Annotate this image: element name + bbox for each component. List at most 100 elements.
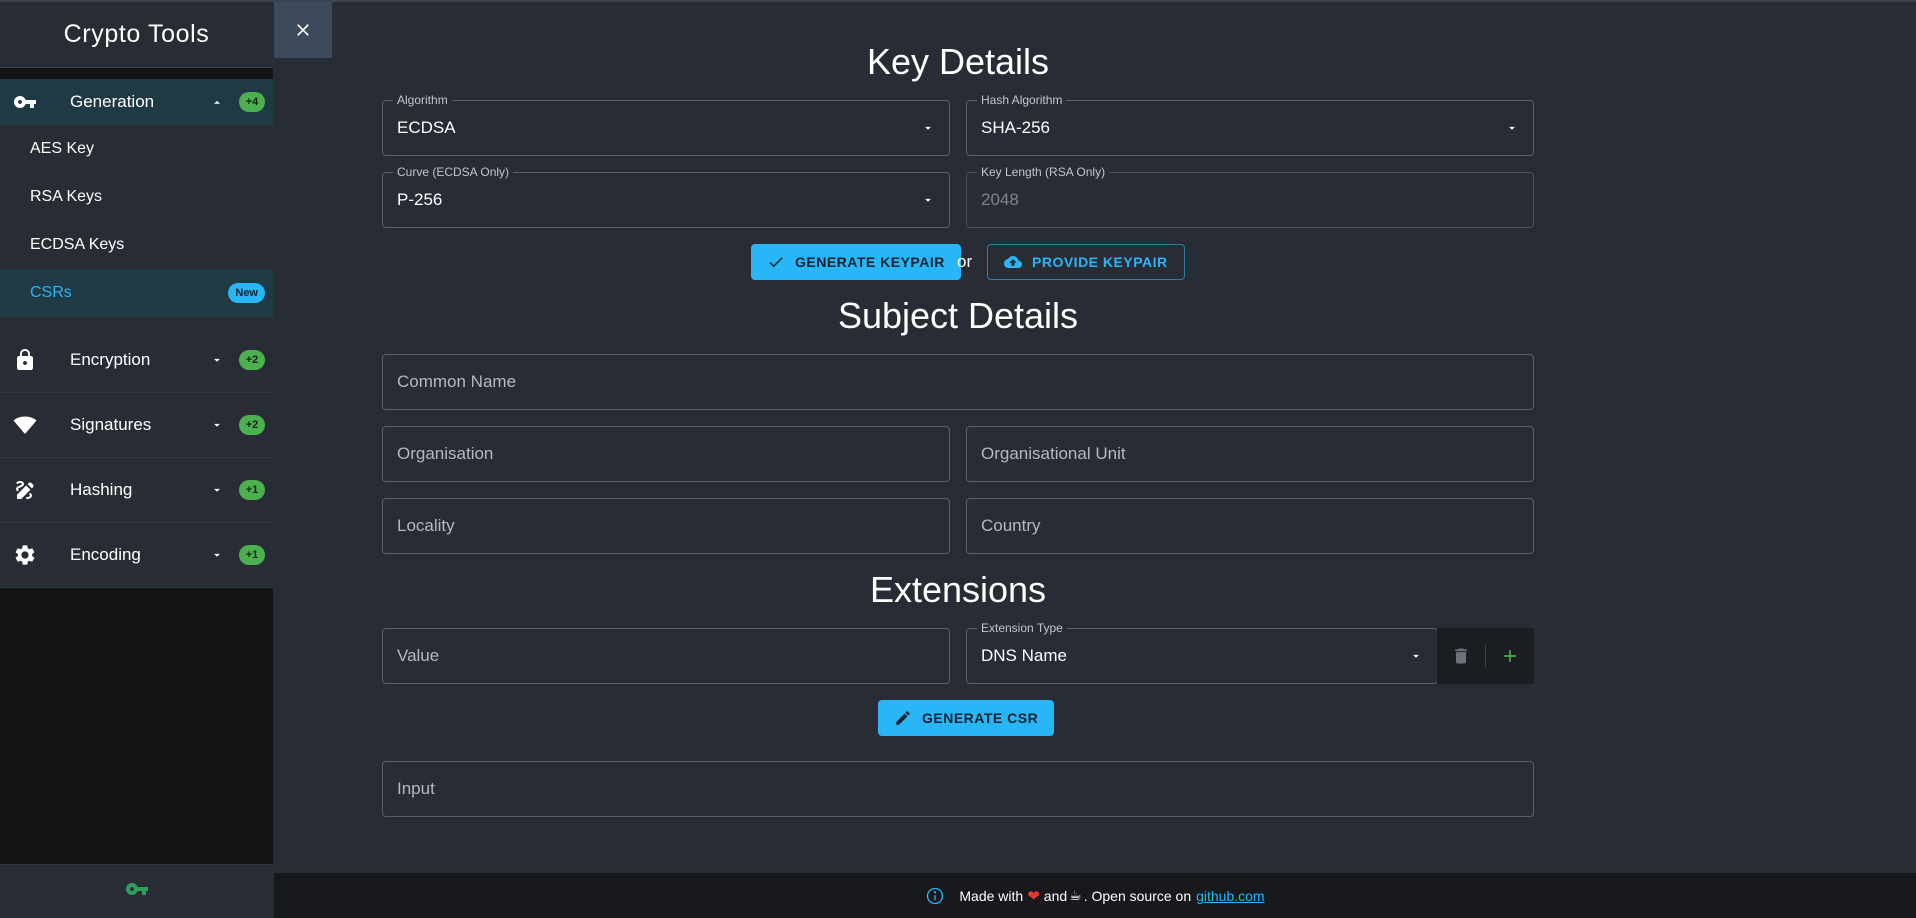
sidebar-item-encoding[interactable]: Encoding +1: [0, 523, 273, 588]
field-value: 2048: [981, 190, 1019, 209]
organisation-field[interactable]: Organisation: [382, 426, 950, 482]
sidebar-item-hashing[interactable]: Hashing +1: [0, 458, 273, 523]
dropdown-arrow-icon: [921, 121, 935, 135]
chevron-down-icon: [207, 353, 227, 367]
hash-algorithm-select[interactable]: Hash Algorithm SHA-256: [966, 93, 1534, 156]
sidebar-footer: [0, 864, 273, 918]
count-badge: +1: [239, 480, 265, 500]
field-value: ECDSA: [397, 118, 456, 137]
button-label: GENERATE CSR: [922, 710, 1039, 726]
sidebar-subitem-label: ECDSA Keys: [30, 236, 125, 253]
gear-icon: [0, 543, 50, 567]
field-value: DNS Name: [981, 646, 1067, 665]
field-placeholder: Organisational Unit: [981, 444, 1126, 463]
close-sidebar-button[interactable]: [274, 2, 332, 58]
generate-keypair-button[interactable]: GENERATE KEYPAIR: [751, 244, 961, 280]
provide-keypair-button[interactable]: PROVIDE KEYPAIR: [987, 244, 1185, 280]
footer-and: and: [1043, 887, 1068, 904]
sidebar-subitem-label: RSA Keys: [30, 188, 103, 205]
key-length-field: Key Length (RSA Only) 2048: [966, 165, 1534, 228]
dropdown-arrow-icon: [1409, 649, 1423, 663]
sidebar-subitem-ecdsa-keys[interactable]: ECDSA Keys: [0, 221, 273, 269]
key-icon: [125, 877, 149, 906]
field-value: SHA-256: [981, 118, 1050, 137]
info-icon: [925, 886, 945, 906]
count-badge: +1: [239, 545, 265, 565]
field-placeholder: Locality: [397, 516, 455, 535]
chevron-down-icon: [207, 418, 227, 432]
sidebar-item-label: Encryption: [70, 350, 151, 369]
extension-value-field[interactable]: Value: [382, 628, 950, 684]
count-badge: +4: [239, 92, 265, 112]
country-field[interactable]: Country: [966, 498, 1534, 554]
new-badge: New: [228, 283, 265, 303]
or-text: or: [957, 252, 973, 271]
wifi-icon: [0, 413, 50, 437]
field-label: Key Length (RSA Only): [977, 165, 1110, 179]
extensions-title: Extensions: [869, 569, 1047, 610]
organisational-unit-field[interactable]: Organisational Unit: [966, 426, 1534, 482]
sidebar-subitem-label: AES Key: [30, 140, 95, 157]
dropdown-arrow-icon: [921, 193, 935, 207]
sidebar-item-label: Signatures: [70, 415, 152, 434]
sidebar-subitem-label: CSRs: [30, 284, 72, 301]
generate-csr-button[interactable]: GENERATE CSR: [878, 700, 1055, 736]
key-details-title: Key Details: [866, 41, 1050, 82]
chevron-down-icon: [207, 483, 227, 497]
key-icon: [0, 90, 50, 114]
extension-actions: [1437, 628, 1534, 684]
locality-field[interactable]: Locality: [382, 498, 950, 554]
footer-made-with: Made with: [959, 887, 1024, 904]
close-icon: [293, 20, 313, 40]
field-label: Curve (ECDSA Only): [393, 165, 514, 179]
chevron-down-icon: [207, 548, 227, 562]
field-placeholder: Country: [981, 516, 1041, 535]
sidebar-subitem-csrs[interactable]: CSRs New: [0, 269, 273, 317]
sidebar-item-encryption[interactable]: Encryption +2: [0, 328, 273, 393]
common-name-field[interactable]: Common Name: [382, 354, 1534, 410]
trash-icon: [1451, 646, 1471, 666]
delete-extension-button[interactable]: [1437, 628, 1485, 684]
sidebar-item-generation[interactable]: Generation +4: [0, 79, 273, 125]
pencil-icon: [894, 709, 922, 727]
page-footer: Made with ❤ and ☕ . Open source on githu…: [274, 873, 1916, 918]
algorithm-select[interactable]: Algorithm ECDSA: [382, 93, 950, 156]
count-badge: +2: [239, 415, 265, 435]
coffee-icon: ☕: [1069, 887, 1082, 903]
field-placeholder: Value: [397, 646, 440, 665]
footer-open-source: . Open source on: [1083, 887, 1192, 904]
field-label: Hash Algorithm: [977, 93, 1067, 107]
plus-icon: [1500, 646, 1520, 666]
check-icon: [767, 253, 795, 271]
sidebar-subitem-rsa-keys[interactable]: RSA Keys: [0, 173, 273, 221]
extension-type-select[interactable]: Extension Type DNS Name: [966, 621, 1438, 684]
sidebar-item-label: Generation: [70, 92, 155, 111]
button-label: GENERATE KEYPAIR: [795, 254, 945, 270]
chevron-up-icon: [207, 95, 227, 109]
field-placeholder: Organisation: [397, 444, 494, 463]
field-placeholder: Input: [397, 779, 435, 798]
app-title: Crypto Tools: [63, 20, 210, 48]
subject-details-title: Subject Details: [837, 295, 1079, 336]
field-placeholder: Common Name: [397, 372, 517, 391]
sidebar-item-signatures[interactable]: Signatures +2: [0, 393, 273, 458]
sidebar-header: Crypto Tools: [0, 2, 273, 68]
heart-icon: ❤: [1027, 887, 1040, 905]
field-value: P-256: [397, 190, 443, 209]
button-label: PROVIDE KEYPAIR: [1032, 254, 1168, 270]
sidebar-subitem-aes-key[interactable]: AES Key: [0, 125, 273, 173]
count-badge: +2: [239, 350, 265, 370]
github-link[interactable]: github.com: [1196, 888, 1264, 904]
cloud-upload-icon: [1004, 253, 1032, 271]
sidebar: Crypto Tools Generation +4 AES Key RSA K…: [0, 2, 273, 918]
input-field[interactable]: Input: [382, 761, 1534, 817]
sidebar-item-label: Hashing: [70, 480, 133, 499]
field-label: Extension Type: [977, 621, 1067, 635]
draw-icon: [0, 478, 50, 502]
field-label: Algorithm: [393, 93, 452, 107]
sidebar-menu: Generation +4 AES Key RSA Keys ECDSA Key…: [0, 79, 273, 588]
curve-select[interactable]: Curve (ECDSA Only) P-256: [382, 165, 950, 228]
add-extension-button[interactable]: [1486, 628, 1534, 684]
lock-icon: [0, 348, 50, 372]
sidebar-item-label: Encoding: [70, 545, 141, 564]
